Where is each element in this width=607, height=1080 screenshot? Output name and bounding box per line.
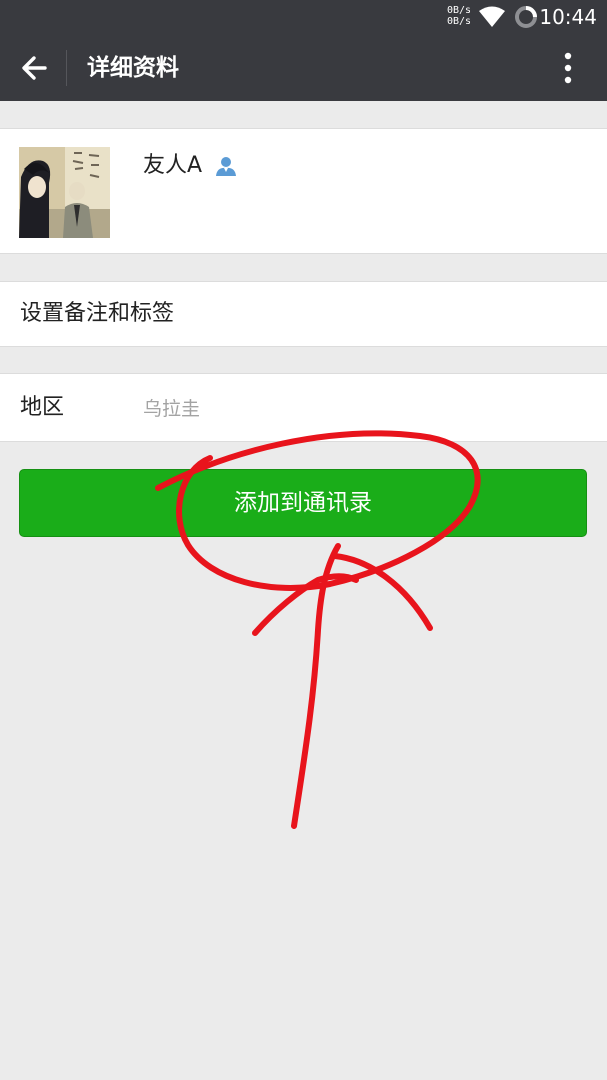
- loading-ring-icon: [515, 6, 537, 28]
- avatar[interactable]: [19, 147, 110, 238]
- region-label: 地区: [20, 395, 65, 420]
- profile-card: 友人A: [0, 128, 607, 254]
- contact-name: 友人A: [143, 153, 203, 178]
- header-bar: 详细资料: [0, 34, 607, 101]
- add-to-contacts-button[interactable]: 添加到通讯录: [19, 469, 587, 537]
- page-title: 详细资料: [87, 55, 179, 81]
- arrow-left-icon: [22, 56, 47, 80]
- network-speed: 0B/s 0B/s: [447, 5, 471, 27]
- back-button[interactable]: [14, 48, 54, 88]
- region-row: 地区 乌拉圭: [0, 373, 607, 442]
- more-menu-button[interactable]: [550, 48, 586, 88]
- header-divider: [66, 50, 67, 86]
- remark-tags-label: 设置备注和标签: [20, 301, 175, 326]
- wifi-icon: [479, 6, 505, 27]
- more-vertical-icon: [564, 52, 572, 84]
- net-speed-down: 0B/s: [447, 16, 472, 27]
- annotation-arrow-shaft: [291, 543, 341, 829]
- net-speed-up: 0B/s: [447, 5, 472, 16]
- region-value: 乌拉圭: [143, 398, 201, 420]
- status-bar: 0B/s 0B/s 10:44: [0, 0, 607, 34]
- contact-person-icon: [216, 157, 236, 176]
- clock: 10:44: [539, 5, 597, 29]
- annotation-arrow-head-right: [332, 553, 433, 631]
- set-remark-tags-row[interactable]: 设置备注和标签: [0, 281, 607, 347]
- annotation-arrow-head-left: [252, 573, 359, 636]
